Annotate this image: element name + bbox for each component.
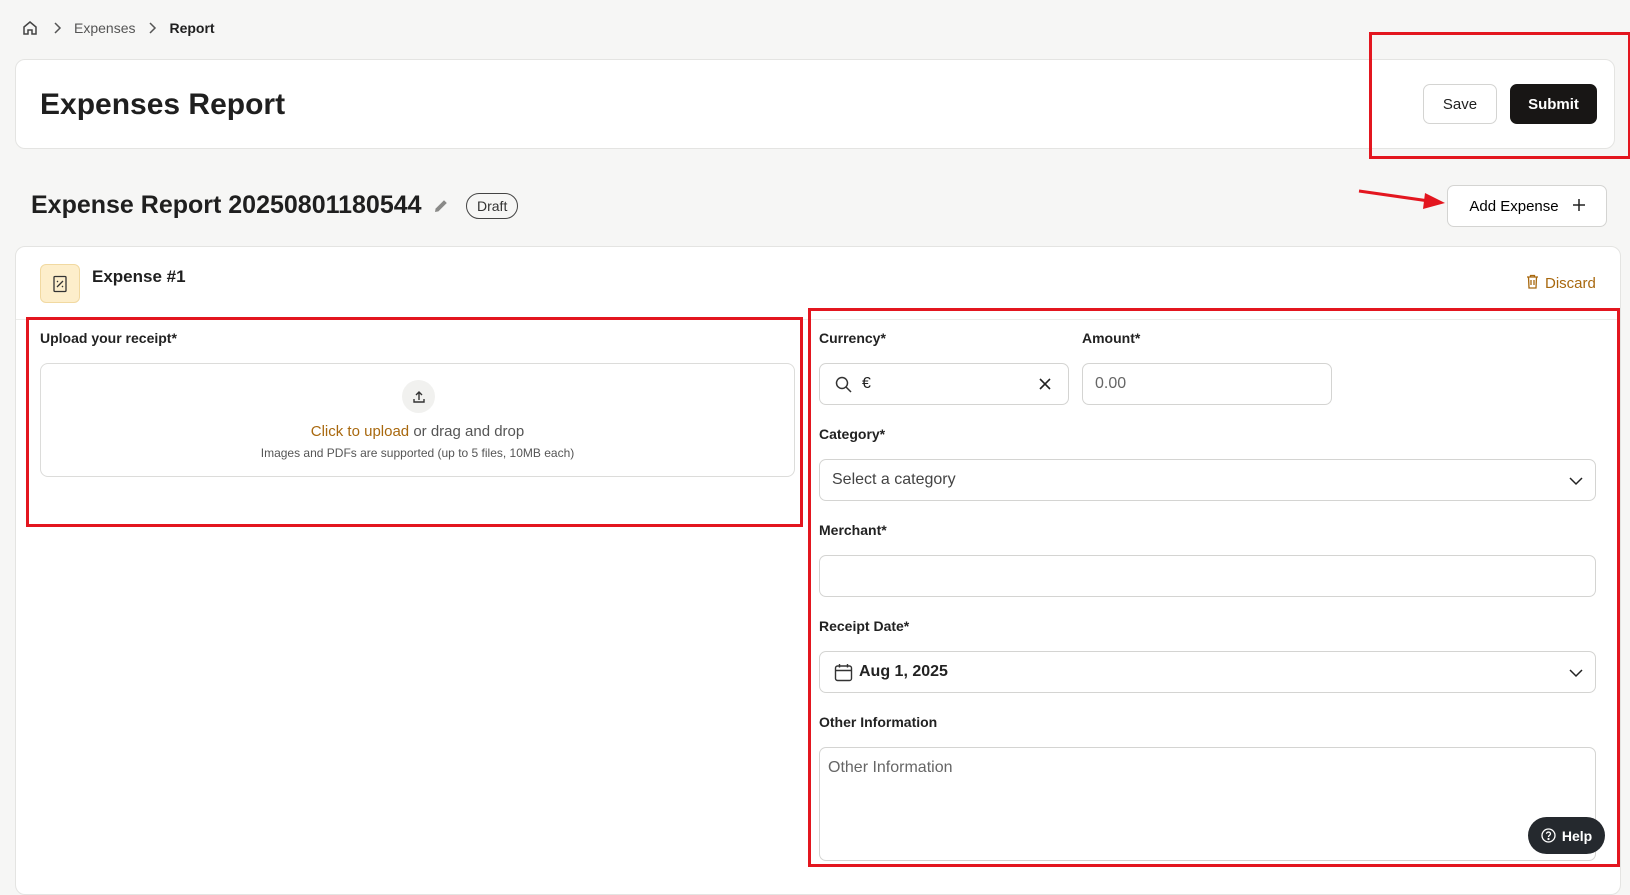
breadcrumb-expenses[interactable]: Expenses [74,20,135,36]
receipt-icon [40,264,80,303]
chevron-right-icon [52,22,62,34]
trash-icon [1526,274,1539,293]
upload-label: Upload your receipt* [40,330,177,346]
upload-instructions: Click to upload or drag and drop [41,423,794,440]
chevron-down-icon [1567,664,1585,682]
save-button[interactable]: Save [1423,84,1497,124]
chevron-down-icon [1567,472,1585,490]
home-icon[interactable] [22,19,40,37]
currency-select[interactable]: € [819,363,1069,405]
discard-label: Discard [1545,275,1596,292]
help-label: Help [1561,827,1593,844]
status-badge: Draft [466,193,519,219]
category-select[interactable]: Select a category [819,459,1596,501]
upload-rest-text: or drag and drop [409,423,525,440]
breadcrumb: Expenses Report [22,18,215,38]
upload-hint: Images and PDFs are supported (up to 5 f… [260,446,575,460]
expense-card: Expense #1 Discard Upload your receipt* … [15,246,1621,895]
currency-label: Currency* [819,330,886,346]
receipt-date-value: Aug 1, 2025 [859,663,948,680]
breadcrumb-report: Report [169,20,215,36]
page-header: Expenses Report Save Submit [15,59,1615,149]
other-info-textarea[interactable]: Other Information [819,747,1596,861]
search-icon [835,376,852,393]
merchant-input[interactable] [819,555,1596,597]
receipt-dropzone[interactable]: Click to upload or drag and drop Images … [40,363,795,477]
other-info-placeholder: Other Information [828,759,953,776]
merchant-label: Merchant* [819,522,887,538]
expense-title: Expense #1 [92,267,186,286]
submit-button[interactable]: Submit [1510,84,1597,124]
other-info-label: Other Information [819,714,938,730]
question-icon [1541,828,1556,843]
chevron-right-icon [147,22,157,34]
receipt-date-label: Receipt Date* [819,618,910,634]
click-to-upload-link[interactable]: Click to upload [311,423,409,440]
amount-label: Amount* [1082,330,1141,346]
calendar-icon [834,663,853,682]
page-title: Expenses Report [40,88,286,121]
currency-value: € [862,375,871,392]
help-button[interactable]: Help [1528,817,1605,854]
add-expense-label: Add Expense [1469,197,1559,215]
amount-input[interactable]: 0.00 [1082,363,1332,405]
receipt-date-picker[interactable]: Aug 1, 2025 [819,651,1596,693]
discard-button[interactable]: Discard [1526,274,1596,293]
amount-placeholder: 0.00 [1095,375,1127,392]
add-expense-button[interactable]: Add Expense [1447,185,1607,227]
close-icon[interactable] [1038,377,1054,393]
category-placeholder: Select a category [832,471,956,488]
plus-icon [1572,198,1585,215]
category-label: Category* [819,426,886,442]
annotation-arrow-icon [1358,189,1445,209]
report-title: Expense Report 20250801180544 [31,191,422,219]
divider [16,319,1620,320]
pencil-icon[interactable] [432,197,450,215]
upload-icon [402,380,435,413]
